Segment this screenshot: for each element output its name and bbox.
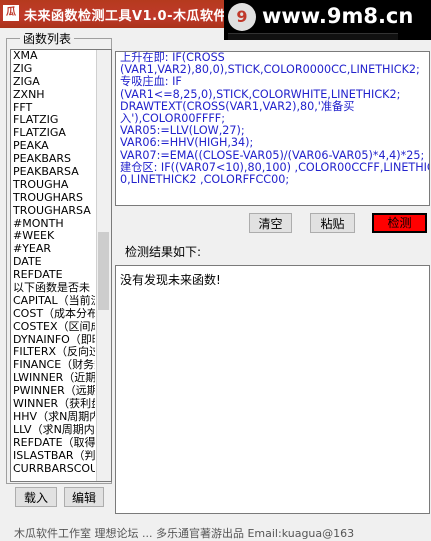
function-list-item[interactable]: FLATZIG	[11, 114, 95, 127]
result-label: 检测结果如下:	[125, 245, 202, 259]
function-list-item[interactable]: XMA	[11, 50, 95, 63]
function-list-item[interactable]: LWINNER（近期获	[11, 372, 95, 385]
function-list-item[interactable]: CAPITAL（当前流	[11, 295, 95, 308]
function-list-item[interactable]: WINNER（获利盘	[11, 398, 95, 411]
result-output[interactable]: 没有发现未来函数!	[115, 265, 430, 514]
formula-line: 专吸庄血: IF	[120, 75, 182, 89]
function-list-item[interactable]: #YEAR	[11, 243, 95, 256]
function-list-item[interactable]: HHV（求N周期内	[11, 411, 95, 424]
watermark-banner: 9 www.9m8.cn	[224, 0, 431, 40]
formula-line: (VAR1<=8,25,0),STICK,COLORWHITE,LINETHIC…	[120, 87, 401, 101]
detect-button[interactable]: 检测	[372, 213, 427, 233]
function-list-item[interactable]: COSTEX（区间成	[11, 321, 95, 334]
function-list-item[interactable]: FFT	[11, 102, 95, 115]
function-list-item[interactable]: PEAKBARSA	[11, 166, 95, 179]
function-list-label: 函数列表	[20, 30, 75, 47]
formula-editor[interactable]: 上升在即: IF(CROSS (VAR1,VAR2),80,0),STICK,CO…	[115, 51, 430, 206]
function-list-item[interactable]: FILTERX（反向过	[11, 346, 95, 359]
function-list-item[interactable]: COST（成本分布	[11, 308, 95, 321]
window-title: 未来函数检测工具V1.0-木瓜软件工作	[24, 9, 254, 24]
paste-button[interactable]: 粘贴	[310, 213, 355, 233]
function-list-item[interactable]: TROUGHARS	[11, 192, 95, 205]
function-list-item[interactable]: TROUGHA	[11, 179, 95, 192]
function-list-item[interactable]: DYNAINFO（即时	[11, 334, 95, 347]
function-list-item[interactable]: FINANCE（财务数	[11, 359, 95, 372]
function-list-item[interactable]: PWINNER（远期获	[11, 385, 95, 398]
formula-lines: 上升在即: IF(CROSS (VAR1,VAR2),80,0),STICK,CO…	[116, 52, 429, 186]
formula-line: 0,LINETHICK2 ,COLORFFCC00;	[120, 173, 290, 187]
app-icon: 瓜	[3, 5, 19, 21]
edit-button[interactable]: 编辑	[64, 487, 104, 507]
function-list-item[interactable]: ZIG	[11, 63, 95, 76]
function-list-item[interactable]: PEAKA	[11, 140, 95, 153]
function-list-item[interactable]: REFDATE（取得	[11, 437, 95, 450]
watermark-logo-icon: 9	[228, 3, 256, 31]
clear-button[interactable]: 清空	[249, 213, 292, 233]
function-list-item[interactable]: ISLASTBAR（判断	[11, 450, 95, 463]
watermark-strip	[228, 33, 398, 40]
function-list-item[interactable]: #WEEK	[11, 230, 95, 243]
result-text: 没有发现未来函数!	[120, 273, 221, 287]
function-list-item[interactable]: #MONTH	[11, 218, 95, 231]
formula-line: VAR07:=EMA((CLOSE-VAR05)/(VAR06-VAR05)*4…	[120, 148, 425, 162]
function-listbox[interactable]: XMA ZIG ZIGA ZXNH FFT FLATZIG FLATZIGA PEAKA PEA…	[10, 49, 112, 482]
function-list-item[interactable]: ZIGA	[11, 76, 95, 89]
function-list-item[interactable]: FLATZIGA	[11, 127, 95, 140]
function-items: XMA ZIG ZIGA ZXNH FFT FLATZIG FLATZIGA PEAKA PEA…	[11, 50, 95, 475]
function-list-item[interactable]: TROUGHARSA	[11, 205, 95, 218]
scrollbar-thumb[interactable]	[98, 232, 109, 310]
load-button[interactable]: 载入	[15, 487, 57, 507]
formula-line: VAR06:=HHV(HIGH,34);	[120, 136, 254, 150]
function-list-item[interactable]: PEAKBARS	[11, 153, 95, 166]
function-list-item[interactable]: DATE	[11, 256, 95, 269]
function-list-scrollbar[interactable]	[96, 50, 111, 481]
function-list-item[interactable]: REFDATE	[11, 269, 95, 282]
watermark-text: www.9m8.cn	[262, 4, 414, 28]
function-list-item[interactable]: ZXNH	[11, 89, 95, 102]
function-list-item[interactable]: 以下函数是否未	[11, 282, 95, 295]
function-list-item[interactable]: LLV（求N周期内	[11, 424, 95, 437]
footer-text: 木瓜软件工作室 理想论坛 ... 多乐通官著游出品 Email:kuagua@1…	[14, 527, 355, 540]
function-list-item[interactable]: CURRBARSCOUNT	[11, 463, 95, 476]
